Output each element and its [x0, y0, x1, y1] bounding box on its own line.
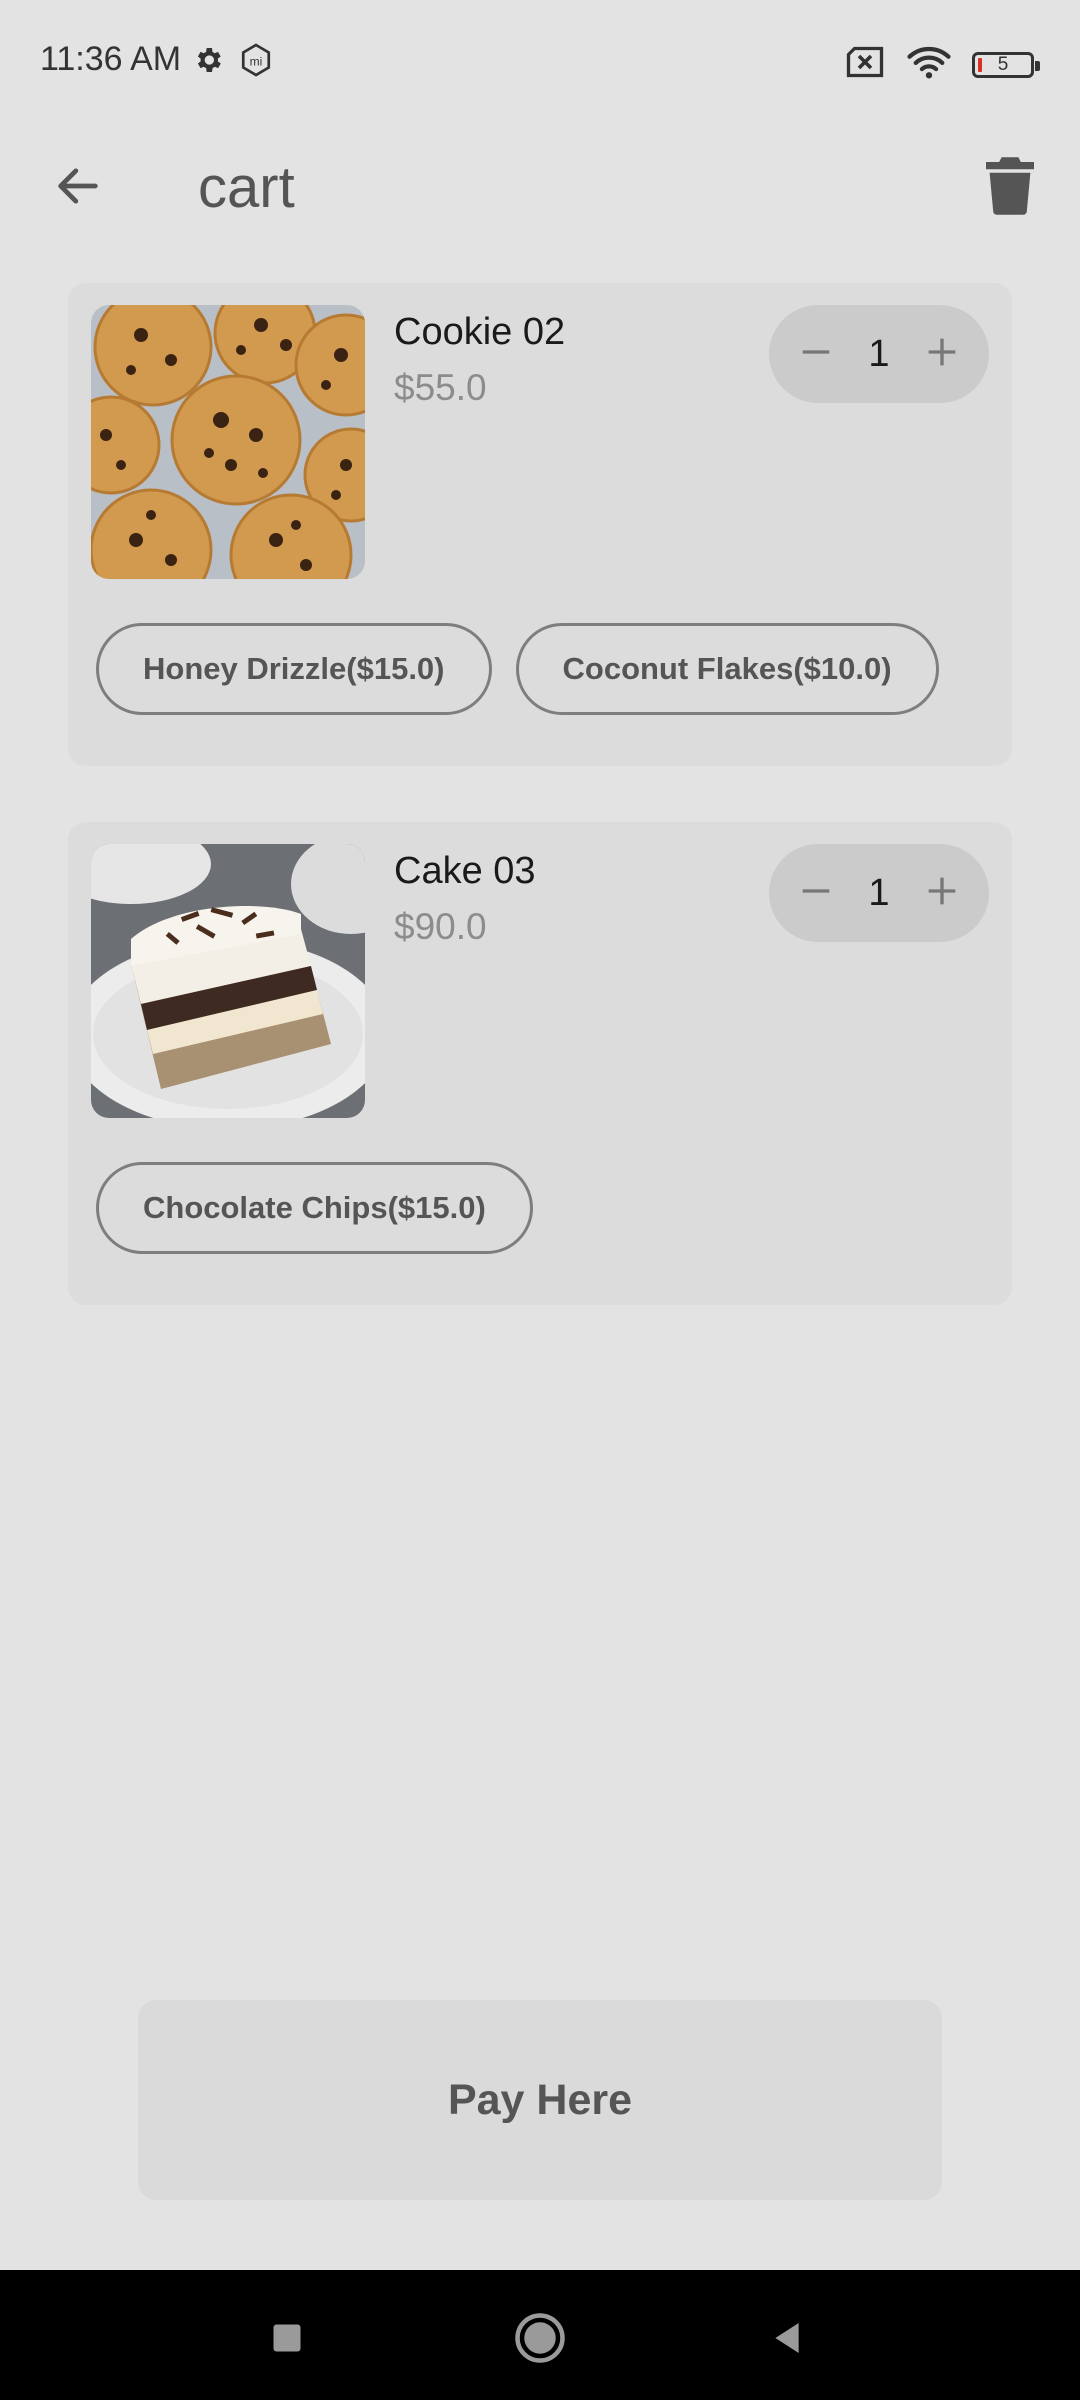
mi-icon: mi — [238, 42, 274, 83]
status-left-icons: mi — [192, 42, 274, 83]
increase-quantity-button[interactable] — [913, 325, 971, 383]
addon-chip[interactable]: Honey Drizzle($15.0) — [96, 623, 492, 715]
addon-chip[interactable]: Chocolate Chips($15.0) — [96, 1162, 533, 1254]
addon-list: Chocolate Chips($15.0) — [96, 1162, 533, 1254]
item-name: Cake 03 — [394, 850, 536, 892]
trash-icon — [986, 156, 1034, 220]
back-button[interactable] — [38, 148, 118, 228]
quantity-value: 1 — [868, 871, 890, 914]
back-nav-button[interactable] — [747, 2300, 827, 2380]
gear-icon — [192, 44, 224, 81]
back-triangle-icon — [767, 2318, 807, 2363]
battery-icon: 5 — [972, 51, 1040, 78]
status-right-icons: 5 — [844, 44, 1040, 85]
app-bar: cart — [0, 130, 1080, 230]
arrow-left-icon — [52, 160, 104, 217]
addon-chip[interactable]: Coconut Flakes($10.0) — [515, 623, 939, 715]
item-image-cookies — [91, 305, 365, 579]
quantity-stepper: 1 — [769, 305, 989, 403]
pay-button[interactable]: Pay Here — [138, 2000, 942, 2200]
decrease-quantity-button[interactable] — [787, 325, 845, 383]
item-name: Cookie 02 — [394, 311, 566, 353]
decrease-quantity-button[interactable] — [787, 864, 845, 922]
status-time: 11:36 AM — [40, 40, 182, 78]
cart-item: Cookie 02 $55.0 1 Honey Drizzle($15.0) C… — [68, 283, 1012, 766]
home-icon — [513, 2311, 567, 2370]
sim-blocked-icon — [844, 45, 886, 84]
plus-icon — [922, 871, 962, 916]
item-price: $55.0 — [394, 367, 487, 408]
increase-quantity-button[interactable] — [913, 864, 971, 922]
minus-icon — [796, 332, 836, 377]
recents-icon — [269, 2320, 305, 2361]
svg-text:mi: mi — [250, 54, 263, 68]
clear-cart-button[interactable] — [970, 148, 1050, 228]
wifi-icon — [906, 44, 952, 85]
home-button[interactable] — [500, 2300, 580, 2380]
cart-item: Cake 03 $90.0 1 Chocolate Chips($15.0) — [68, 822, 1012, 1305]
battery-low-indicator — [978, 57, 982, 72]
item-image-cake — [91, 844, 365, 1118]
battery-level: 5 — [997, 53, 1009, 75]
quantity-value: 1 — [868, 332, 890, 375]
status-bar: 11:36 AM mi 5 — [0, 0, 1080, 130]
recents-button[interactable] — [247, 2300, 327, 2380]
addon-list: Honey Drizzle($15.0) Coconut Flakes($10.… — [96, 623, 939, 715]
quantity-stepper: 1 — [769, 844, 989, 942]
navigation-bar — [0, 2270, 1080, 2400]
item-price: $90.0 — [394, 906, 487, 947]
plus-icon — [922, 332, 962, 377]
minus-icon — [796, 871, 836, 916]
page-title: cart — [198, 155, 295, 220]
